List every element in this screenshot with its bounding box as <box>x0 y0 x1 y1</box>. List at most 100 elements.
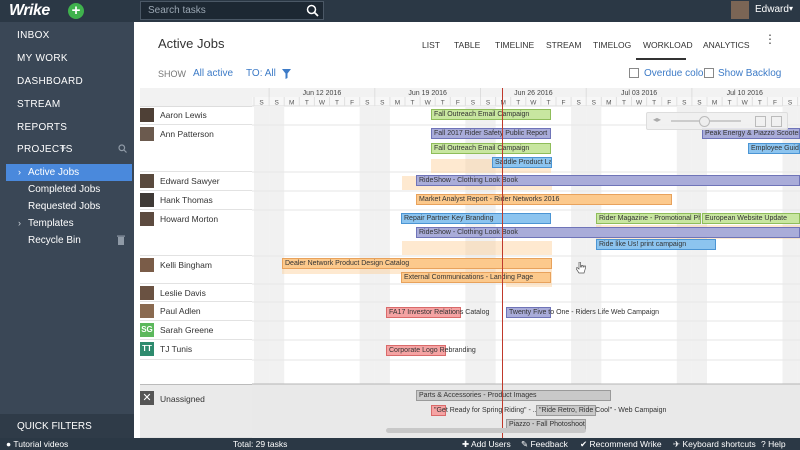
tab-table[interactable]: TABLE <box>454 40 480 50</box>
sidebar-folder-completed-jobs[interactable]: Completed Jobs <box>0 181 134 198</box>
folder-label: Completed Jobs <box>28 184 101 195</box>
person-row[interactable]: Ann Patterson <box>140 125 252 172</box>
status-bar: ● Tutorial videos Total: 29 tasks ✚ Add … <box>0 438 800 450</box>
quick-filters-button[interactable]: QUICK FILTERS <box>0 414 134 438</box>
person-row[interactable]: SG Sarah Greene <box>140 321 252 340</box>
sidebar-item-projects[interactable]: PROJECTS + <box>0 138 134 160</box>
person-name: Sarah Greene <box>160 325 214 335</box>
page-title: Active Jobs <box>158 36 225 51</box>
overdue-color-checkbox[interactable] <box>629 68 639 78</box>
task-bar[interactable]: "Get Ready for Spring Riding" - ... <box>431 405 539 416</box>
expand-icon[interactable] <box>771 116 782 127</box>
person-row[interactable]: Aaron Lewis <box>140 106 252 125</box>
task-bar[interactable]: Fall Outreach Email Campaign <box>431 109 551 120</box>
day-letter: S <box>592 100 597 107</box>
sidebar-folder-requested-jobs[interactable]: Requested Jobs <box>0 198 134 215</box>
task-label: Fall Outreach Email Campaign <box>434 111 530 118</box>
task-label: RideShow - Clothing Look Book <box>419 177 518 184</box>
task-label: Market Analyst Report - Rider Networks 2… <box>419 196 560 203</box>
filter-funnel-icon[interactable] <box>282 69 291 79</box>
tab-stream[interactable]: STREAM <box>546 40 581 50</box>
sidebar-folder-templates[interactable]: › Templates <box>0 215 134 232</box>
task-bar[interactable]: Repair Partner Key Branding <box>401 213 551 224</box>
person-row[interactable]: Paul Adlen <box>140 302 252 321</box>
task-bar[interactable]: Fall 2017 Rider Safety Public Report <box>431 128 551 139</box>
person-row[interactable]: Leslie Davis <box>140 284 252 302</box>
task-bar[interactable]: Market Analyst Report - Rider Networks 2… <box>416 194 672 205</box>
day-letter: W <box>742 100 749 107</box>
show-backlog-checkbox[interactable] <box>704 68 714 78</box>
sidebar-item-my-work[interactable]: MY WORK <box>0 47 134 69</box>
person-row[interactable]: Howard Morton <box>140 210 252 256</box>
sidebar-item-dashboard[interactable]: DASHBOARD <box>0 70 134 92</box>
day-letter: W <box>530 100 537 107</box>
chevron-right-icon[interactable]: › <box>18 218 21 228</box>
task-bar[interactable]: "Ride Retro, Ride Cool" - Web Campaign <box>536 405 666 416</box>
overdue-color-label[interactable]: Overdue color <box>644 68 707 79</box>
avatar <box>140 286 154 300</box>
tab-timeline[interactable]: TIMELINE <box>495 40 534 50</box>
avatar <box>140 304 154 318</box>
task-bar[interactable]: FA17 Investor Relations Catalog <box>386 307 489 318</box>
day-letter: F <box>456 100 460 107</box>
sidebar-item-stream[interactable]: STREAM <box>0 93 134 115</box>
task-bar[interactable]: Fall Outreach Email Campaign <box>431 143 551 154</box>
chevron-right-icon[interactable]: › <box>18 167 21 177</box>
task-bar[interactable]: External Communications - Landing Page <box>401 272 551 283</box>
task-bar[interactable]: Parts & Accessories - Product Images <box>416 390 611 401</box>
search-input[interactable]: Search tasks <box>140 1 324 20</box>
person-row[interactable]: Edward Sawyer <box>140 172 252 191</box>
person-row[interactable]: TT TJ Tunis <box>140 340 252 360</box>
sidebar-folder-recycle-bin[interactable]: Recycle Bin <box>0 232 134 249</box>
sidebar-folder-active-jobs[interactable]: › Active Jobs <box>6 164 132 181</box>
person-name: TJ Tunis <box>160 344 193 354</box>
feedback-link[interactable]: ✎ Feedback <box>521 439 568 450</box>
tab-analytics[interactable]: ANALYTICS <box>703 40 750 50</box>
project-search-icon[interactable] <box>118 144 127 153</box>
more-options-icon[interactable]: ⋮ <box>764 33 776 45</box>
user-avatar[interactable] <box>731 1 749 19</box>
assignee-filter-dropdown[interactable]: TO: All <box>246 68 276 79</box>
show-backlog-label[interactable]: Show Backlog <box>718 68 781 79</box>
wrike-logo[interactable]: Wrike <box>9 2 50 20</box>
zoom-out-icon[interactable]: ◂▸ <box>653 115 661 124</box>
fit-icon[interactable] <box>755 116 766 127</box>
user-name[interactable]: Edward <box>755 4 789 15</box>
search-icon[interactable] <box>306 4 319 17</box>
sidebar-item-reports[interactable]: REPORTS <box>0 116 134 138</box>
add-project-icon[interactable]: + <box>60 141 67 155</box>
add-users-link[interactable]: ✚ Add Users <box>462 439 511 450</box>
task-bar[interactable]: Twenty Five to One - Riders Life Web Cam… <box>506 307 659 318</box>
tab-workload[interactable]: WORKLOAD <box>643 40 693 50</box>
tutorial-videos-link[interactable]: ● Tutorial videos <box>6 439 68 449</box>
help-link[interactable]: ? Help <box>761 439 786 449</box>
task-bar[interactable]: RideShow - Clothing Look Book <box>416 175 800 186</box>
horizontal-scrollbar[interactable] <box>386 428 586 433</box>
day-letter: S <box>274 100 279 107</box>
zoom-slider-handle[interactable] <box>699 116 710 127</box>
task-bar[interactable]: European Website Update <box>702 213 800 224</box>
task-label: "Get Ready for Spring Riding" - ... <box>434 407 539 414</box>
task-bar[interactable]: Dealer Network Product Design Catalog <box>282 258 552 269</box>
new-item-button[interactable]: + <box>68 3 84 19</box>
task-bar[interactable]: Corporate Logo Rebranding <box>386 345 476 356</box>
person-name: Aaron Lewis <box>160 110 207 120</box>
tab-timelog[interactable]: TIMELOG <box>593 40 631 50</box>
task-label: Ride like Us! print campaign <box>599 241 687 248</box>
sidebar-item-inbox[interactable]: INBOX <box>0 24 134 46</box>
people-header <box>140 88 252 107</box>
person-row[interactable]: ✕ Unassigned <box>140 384 252 438</box>
person-row[interactable]: Kelli Bingham <box>140 256 252 284</box>
task-bar[interactable]: RideShow - Clothing Look Book <box>416 227 800 238</box>
task-bar[interactable]: Employee Guide <box>748 143 800 154</box>
recommend-link[interactable]: ✔ Recommend Wrike <box>580 439 662 450</box>
tab-list[interactable]: LIST <box>422 40 440 50</box>
task-bar[interactable]: Ride like Us! print campaign <box>596 239 716 250</box>
sidebar-item-label: DASHBOARD <box>17 76 84 87</box>
task-bar[interactable]: Rider Magazine - Promotional Ph... <box>596 213 701 224</box>
show-filter-dropdown[interactable]: All active <box>193 68 233 79</box>
keyboard-shortcuts-link[interactable]: ✈ Keyboard shortcuts <box>673 439 756 450</box>
zoom-slider[interactable]: ◂▸ <box>646 112 788 130</box>
user-menu-caret-icon[interactable]: ▾ <box>789 4 793 13</box>
person-row[interactable]: Hank Thomas <box>140 191 252 210</box>
